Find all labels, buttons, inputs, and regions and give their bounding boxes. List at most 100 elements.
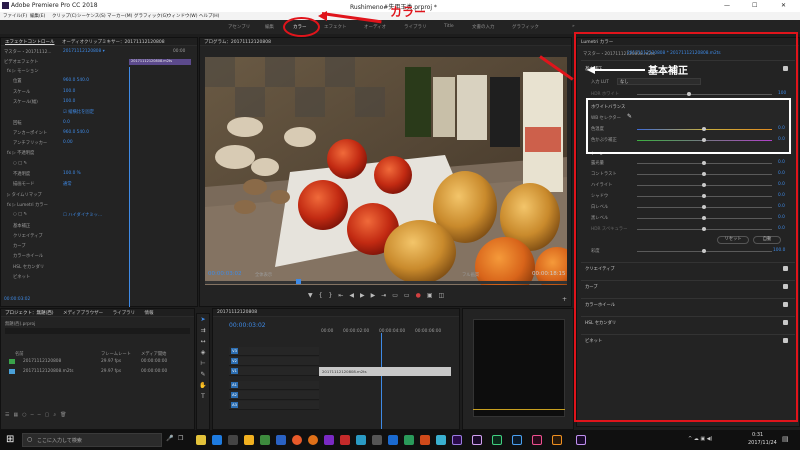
go-to-out-icon[interactable]: ⇥ <box>381 292 392 299</box>
razor-tool-icon[interactable]: ◈ <box>197 347 209 358</box>
minimize-button[interactable]: — <box>724 2 730 9</box>
clock-time[interactable]: 0:31 <box>752 432 763 438</box>
hand-tool-icon[interactable]: ✋ <box>197 380 209 391</box>
edge-icon[interactable] <box>212 435 222 445</box>
col-name[interactable]: 名前 <box>15 351 24 357</box>
ec-property-value[interactable]: 960.0 540.0 <box>63 130 89 135</box>
store-icon[interactable] <box>228 435 238 445</box>
play-icon[interactable]: ▶ <box>360 292 371 299</box>
workspace-graphics[interactable]: グラフィック <box>512 24 539 30</box>
ec-property-value[interactable]: 960.0 540.0 <box>63 78 89 83</box>
ec-property-label[interactable]: カラーホイール <box>13 253 43 259</box>
workspace-libraries[interactable]: ライブラリ <box>404 24 427 30</box>
ec-playhead[interactable] <box>129 67 130 307</box>
mark-in-icon[interactable]: { <box>319 292 329 299</box>
menu-file[interactable]: ファイル(F) <box>3 13 27 19</box>
track-v1[interactable]: V1 <box>231 368 238 374</box>
tab-audio-clip-mixer[interactable]: オーディオクリップミキサー：20171112120808 <box>62 40 165 45</box>
project-row-clip[interactable]: 20171112120808.m2ts <box>23 369 73 374</box>
notifications-icon[interactable]: ▤ <box>782 435 789 443</box>
col-framerate[interactable]: フレームレート <box>101 351 131 357</box>
track-a2[interactable]: A2 <box>231 392 238 398</box>
add-marker-icon[interactable]: ▼ <box>308 292 319 299</box>
ec-clip-bar[interactable]: 20171112120808.m2ts <box>129 59 191 65</box>
icon-view-icon[interactable]: ▦ <box>13 412 22 418</box>
ec-property-label[interactable]: ビネット <box>13 274 30 280</box>
menu-graphic[interactable]: グラフィック(G) <box>134 13 168 19</box>
type-tool-icon[interactable]: T <box>197 391 209 402</box>
ec-property-label[interactable]: HSL セカンダリ <box>13 264 44 270</box>
ec-property-value[interactable]: ☑ 縦横比を固定 <box>63 109 94 115</box>
file-explorer-icon[interactable] <box>196 435 206 445</box>
ec-property-label[interactable]: fx ▷ Lumetri カラー <box>7 202 48 208</box>
ec-property-value[interactable]: 100.0 % <box>63 171 81 176</box>
workspace-audio[interactable]: オーディオ <box>364 24 386 30</box>
ripple-edit-icon[interactable]: ↔ <box>197 336 209 347</box>
ec-property-label[interactable]: ○ □ ✎ <box>13 161 27 166</box>
ec-property-label[interactable]: アンカーポイント <box>13 130 47 136</box>
step-back-icon[interactable]: ◀ <box>349 292 360 299</box>
tab-effect-controls[interactable]: エフェクトコントロール <box>5 40 55 45</box>
app-icon[interactable] <box>436 435 446 445</box>
timeline-ruler[interactable]: 00:00 00:00:02:00 00:00:04:00 00:00:06:0… <box>319 329 459 336</box>
app-icon[interactable] <box>388 435 398 445</box>
go-to-in-icon[interactable]: ⇤ <box>338 292 349 299</box>
ec-property-label[interactable]: 位置 <box>13 78 22 84</box>
ec-property-label[interactable]: fx ▷ 不透明度 <box>7 150 34 156</box>
premiere-icon[interactable] <box>452 435 462 445</box>
workspace-effects[interactable]: エフェクト <box>324 24 347 30</box>
workspace-more-button[interactable]: » <box>572 24 575 29</box>
project-search-input[interactable] <box>5 328 190 334</box>
tab-project[interactable]: プロジェクト：無題(西) <box>5 311 54 316</box>
after-effects-icon[interactable] <box>472 435 482 445</box>
trash-icon[interactable]: 🗑 <box>60 412 70 418</box>
photoshop-icon[interactable] <box>512 435 522 445</box>
quality-dropdown[interactable]: フル画質 <box>462 272 479 278</box>
ec-property-value[interactable]: 通常 <box>63 181 72 187</box>
ec-property-value[interactable]: 0.00 <box>63 140 73 145</box>
project-row-sequence[interactable]: 20171112120808 <box>23 359 61 364</box>
ec-property-value[interactable]: 100.0 <box>63 99 75 104</box>
workspace-title[interactable]: Title <box>444 24 454 29</box>
track-a1[interactable]: A1 <box>231 382 238 388</box>
indesign-icon[interactable] <box>532 435 542 445</box>
system-tray-icons[interactable]: ^ ☁ ▣ ◀) <box>688 436 712 442</box>
camera-icon[interactable]: ▣ <box>427 292 439 299</box>
program-playhead[interactable] <box>296 279 301 284</box>
task-view-icon[interactable]: ❐ <box>178 435 183 442</box>
clock-date[interactable]: 2017/11/24 <box>748 440 777 446</box>
track-select-icon[interactable]: ⇉ <box>197 325 209 336</box>
ec-property-value[interactable]: 100.0 <box>63 89 75 94</box>
app-icon[interactable] <box>420 435 430 445</box>
timeline-clip[interactable]: 20171112120808.m2ts <box>319 367 451 376</box>
tab-media-browser[interactable]: メディアブラウザー <box>63 311 103 316</box>
ec-property-label[interactable]: アンチフリッカー <box>13 140 47 146</box>
workspace-assembly[interactable]: アセンブリ <box>228 24 250 30</box>
tab-libraries[interactable]: ライブラリ <box>113 311 136 316</box>
illustrator-icon[interactable] <box>552 435 562 445</box>
close-button[interactable]: ✕ <box>781 2 786 9</box>
ec-property-label[interactable]: ▷ タイムリマップ <box>7 192 42 198</box>
app-icon[interactable] <box>340 435 350 445</box>
add-button-icon[interactable]: + <box>562 296 567 303</box>
ec-property-label[interactable]: 描画モード <box>13 181 34 187</box>
ec-property-label[interactable]: スケール(幅) <box>13 99 38 105</box>
selection-tool-icon[interactable]: ➤ <box>197 314 209 325</box>
export-frame-icon[interactable]: ● <box>416 292 427 299</box>
menu-window[interactable]: ウィンドウ(W) <box>167 13 197 19</box>
maximize-button[interactable]: ☐ <box>752 2 757 9</box>
ec-property-label[interactable]: ○ □ ✎ <box>13 212 27 217</box>
app-icon[interactable] <box>276 435 286 445</box>
ec-property-label[interactable]: fx ▷ モーション <box>7 68 39 74</box>
master-label[interactable]: マスター・20171112... <box>4 49 51 55</box>
slip-tool-icon[interactable]: ⊢ <box>197 358 209 369</box>
menu-help[interactable]: ヘルプ(H) <box>199 13 219 19</box>
app-icon[interactable] <box>260 435 270 445</box>
comparison-icon[interactable]: ◫ <box>438 292 450 299</box>
app-icon[interactable] <box>576 435 586 445</box>
ec-property-label[interactable]: 不透明度 <box>13 171 30 177</box>
timeline-playhead[interactable] <box>381 333 382 429</box>
menu-sequence[interactable]: シーケンス(S) <box>77 13 106 19</box>
workspace-captions[interactable]: 文書の入力 <box>472 24 495 30</box>
ec-property-label[interactable]: カーブ <box>13 243 26 249</box>
